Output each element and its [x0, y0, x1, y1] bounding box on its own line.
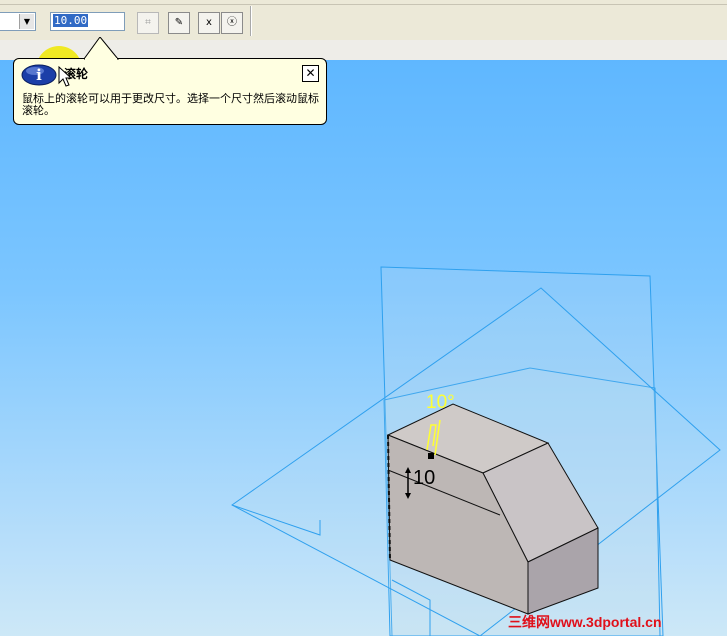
- watermark: 三维网www.3dportal.cn: [508, 614, 662, 630]
- close-sketch-button[interactable]: ⓧ: [221, 12, 243, 34]
- angle-dimension-label[interactable]: 10°: [426, 392, 455, 414]
- length-dimension-label[interactable]: 10: [413, 467, 435, 490]
- dimension-options-icon: ⌗: [145, 17, 151, 28]
- model-scene: [231, 266, 721, 636]
- dimension-value-input[interactable]: 10.00: [50, 12, 125, 31]
- close-icon[interactable]: ✕: [302, 65, 319, 82]
- close-sketch-icon: ⓧ: [227, 17, 237, 28]
- balloon-tail: [84, 37, 120, 61]
- tip-body: 鼠标上的滚轮可以用于更改尺寸。选择一个尺寸然后滚动鼠标滚轮。: [22, 92, 319, 117]
- dimension-type-dropdown[interactable]: ▼: [0, 12, 36, 31]
- cancel-icon: x: [206, 17, 212, 28]
- graphics-viewport[interactable]: 10° 10 三维网www.3dportal.cn: [0, 60, 727, 636]
- info-icon: i: [21, 64, 57, 86]
- mouse-pointer-icon: [58, 66, 73, 87]
- chevron-down-icon[interactable]: ▼: [19, 14, 34, 29]
- edit-icon: ✎: [174, 17, 184, 28]
- svg-text:i: i: [36, 66, 42, 84]
- dimension-value-text: 10.00: [53, 14, 89, 27]
- cancel-button[interactable]: x: [198, 12, 220, 34]
- toolbar-separator: [250, 6, 252, 36]
- dimension-toolbar: ▼ 10.00 ⌗ ✎ x ⓧ: [0, 0, 727, 41]
- toolbar-top-edge: [0, 0, 727, 5]
- edit-button[interactable]: ✎: [168, 12, 190, 34]
- sketch-point: [428, 453, 434, 459]
- dimension-options-button[interactable]: ⌗: [137, 12, 159, 34]
